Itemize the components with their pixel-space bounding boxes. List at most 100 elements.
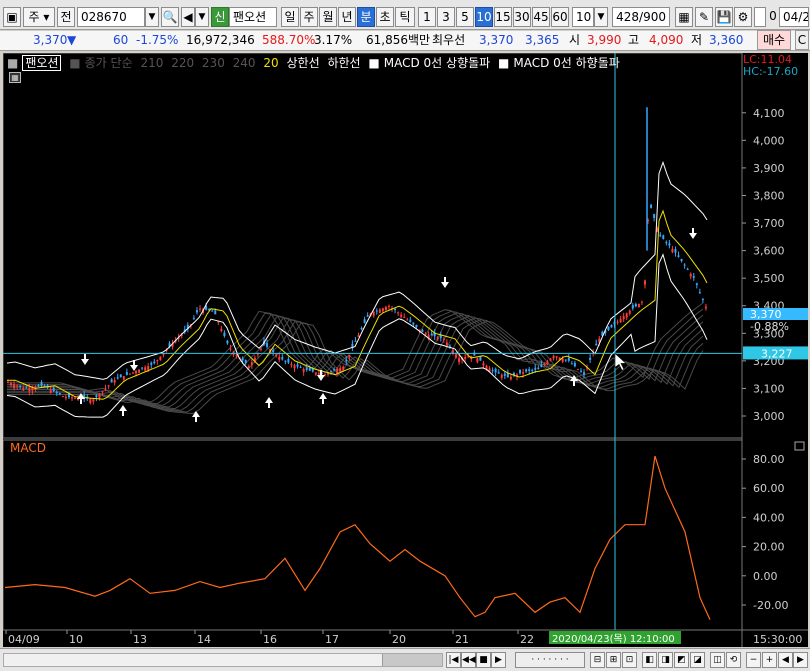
period-month[interactable]: 월 xyxy=(319,7,337,27)
market-select[interactable]: 주 ▾ xyxy=(23,7,55,27)
code-input[interactable]: 028670 xyxy=(77,7,145,27)
interval-3[interactable]: 3 xyxy=(437,7,455,27)
candle-body xyxy=(13,384,16,388)
candle-body xyxy=(497,372,500,374)
fit-icon[interactable]: ⊡ xyxy=(622,652,637,668)
legend-toggle-icon[interactable]: ▦ xyxy=(9,72,21,83)
ask-price: 3,370 xyxy=(479,33,514,47)
save-icon[interactable]: 💾 xyxy=(715,7,733,27)
candle-body xyxy=(138,369,141,373)
interval-60[interactable]: 60 xyxy=(551,7,569,27)
minus-icon[interactable]: − xyxy=(746,652,761,668)
candle-body xyxy=(336,369,339,374)
count-display[interactable]: 428/900 xyxy=(612,7,670,27)
low-label: 저 xyxy=(691,33,703,47)
plus-icon[interactable]: + xyxy=(762,652,777,668)
search-icon[interactable]: 🔍 xyxy=(161,7,179,27)
period-year[interactable]: 년 xyxy=(338,7,356,27)
interval-1[interactable]: 1 xyxy=(418,7,436,27)
scroll-first-icon[interactable]: |◀ xyxy=(446,652,461,668)
window-menu-icon[interactable]: ▣ xyxy=(3,7,21,27)
speaker-dropdown-icon[interactable]: ▼ xyxy=(195,7,209,27)
tool-d-icon[interactable]: ◪ xyxy=(690,652,705,668)
interval-45[interactable]: 45 xyxy=(532,7,550,27)
interval-15[interactable]: 15 xyxy=(494,7,512,27)
scrollbar[interactable] xyxy=(3,653,443,667)
candle-body xyxy=(16,385,19,387)
candle-body xyxy=(89,399,92,404)
candle-body xyxy=(122,376,125,380)
scrollbar-thumb[interactable] xyxy=(382,654,442,666)
candle-body xyxy=(686,268,689,270)
buy-button[interactable]: 매수 xyxy=(757,30,791,50)
legend-macd-up: MACD 0선 상향돌파 xyxy=(383,56,491,70)
interval-input[interactable]: 10 xyxy=(572,7,594,27)
candle-body xyxy=(537,367,540,370)
stock-name[interactable]: 팬오션 xyxy=(229,7,277,27)
reset-icon[interactable]: ⟲ xyxy=(726,652,741,668)
candle-body xyxy=(689,273,692,277)
candle-body xyxy=(491,370,494,372)
macd-panel-close-icon xyxy=(794,441,805,451)
interval-5[interactable]: 5 xyxy=(456,7,474,27)
price-tick-label: 3,900 xyxy=(753,162,785,175)
speaker-icon[interactable]: ◀ xyxy=(181,7,195,27)
candle-body xyxy=(409,319,412,322)
date-input[interactable]: 04/2 xyxy=(779,7,809,27)
checkbox[interactable] xyxy=(754,7,766,27)
zoom-in-icon[interactable]: ⊞ xyxy=(606,652,621,668)
legend-stock-name[interactable]: 팬오션 xyxy=(22,55,62,71)
speed-slider[interactable]: · · · · · · · xyxy=(515,652,585,668)
date-tick-label: 21 xyxy=(455,633,469,646)
play-icon[interactable]: ▶ xyxy=(491,652,506,668)
macd-tick-label: 60.00 xyxy=(753,482,785,495)
candle-body xyxy=(476,358,479,363)
period-second[interactable]: 초 xyxy=(376,7,394,27)
side-button[interactable]: C xyxy=(795,30,809,50)
candle-body xyxy=(259,348,262,350)
date-tick-label: 22 xyxy=(520,633,534,646)
tool-e-icon[interactable]: ◫ xyxy=(710,652,725,668)
candle-body xyxy=(357,335,360,337)
tool-b-icon[interactable]: ◨ xyxy=(658,652,673,668)
grid-icon[interactable]: ▦ xyxy=(675,7,693,27)
candle-body xyxy=(455,354,458,358)
period-minute[interactable]: 분 xyxy=(357,7,375,27)
candle-body xyxy=(576,369,579,371)
candle-body xyxy=(698,292,701,294)
end-time-label: 15:30:00 xyxy=(753,633,802,646)
candle-body xyxy=(430,333,433,336)
candle-body xyxy=(503,373,506,376)
code-dropdown-icon[interactable]: ▼ xyxy=(145,7,159,27)
candle-body xyxy=(223,332,226,337)
scroll-prev-icon[interactable]: ◀◀ xyxy=(461,652,476,668)
stop-icon[interactable]: ■ xyxy=(476,652,491,668)
tool-c-icon[interactable]: ◩ xyxy=(674,652,689,668)
candle-body xyxy=(199,308,202,310)
tools-icon[interactable]: ✎ xyxy=(695,7,713,27)
candle-body xyxy=(458,358,461,363)
chart-area[interactable]: 4,100 4,000 3,900 3,800 3,700 3,600 3,500 3,400… xyxy=(3,53,808,647)
interval-dropdown-icon[interactable]: ▼ xyxy=(594,7,608,27)
period-day[interactable]: 일 xyxy=(281,7,299,27)
candle-body xyxy=(342,366,345,371)
prev-button[interactable]: 전 xyxy=(57,7,75,27)
chart-canvas[interactable]: 4,1004,0003,9003,8003,7003,6003,5003,400… xyxy=(3,53,808,647)
legend-ma-label: 종가 단순 xyxy=(84,56,133,70)
period-week[interactable]: 주 xyxy=(300,7,318,27)
candle-body xyxy=(421,330,424,333)
candle-body xyxy=(549,358,552,361)
interval-10[interactable]: 10 xyxy=(475,7,493,27)
scroll-back-icon[interactable]: ◀ xyxy=(778,652,793,668)
candle-body xyxy=(366,315,369,317)
candle-body xyxy=(330,371,333,373)
zoom-out-icon[interactable]: ⊟ xyxy=(590,652,605,668)
settings-gear-icon[interactable]: ⚙ xyxy=(734,7,752,27)
period-tick[interactable]: 틱 xyxy=(395,7,415,27)
candle-body xyxy=(583,372,586,375)
scroll-forward-icon[interactable]: ▶ xyxy=(793,652,808,668)
macd-tick-label: 0.00 xyxy=(753,570,778,583)
candle-body xyxy=(25,387,28,389)
interval-30[interactable]: 30 xyxy=(513,7,531,27)
tool-a-icon[interactable]: ◧ xyxy=(642,652,657,668)
